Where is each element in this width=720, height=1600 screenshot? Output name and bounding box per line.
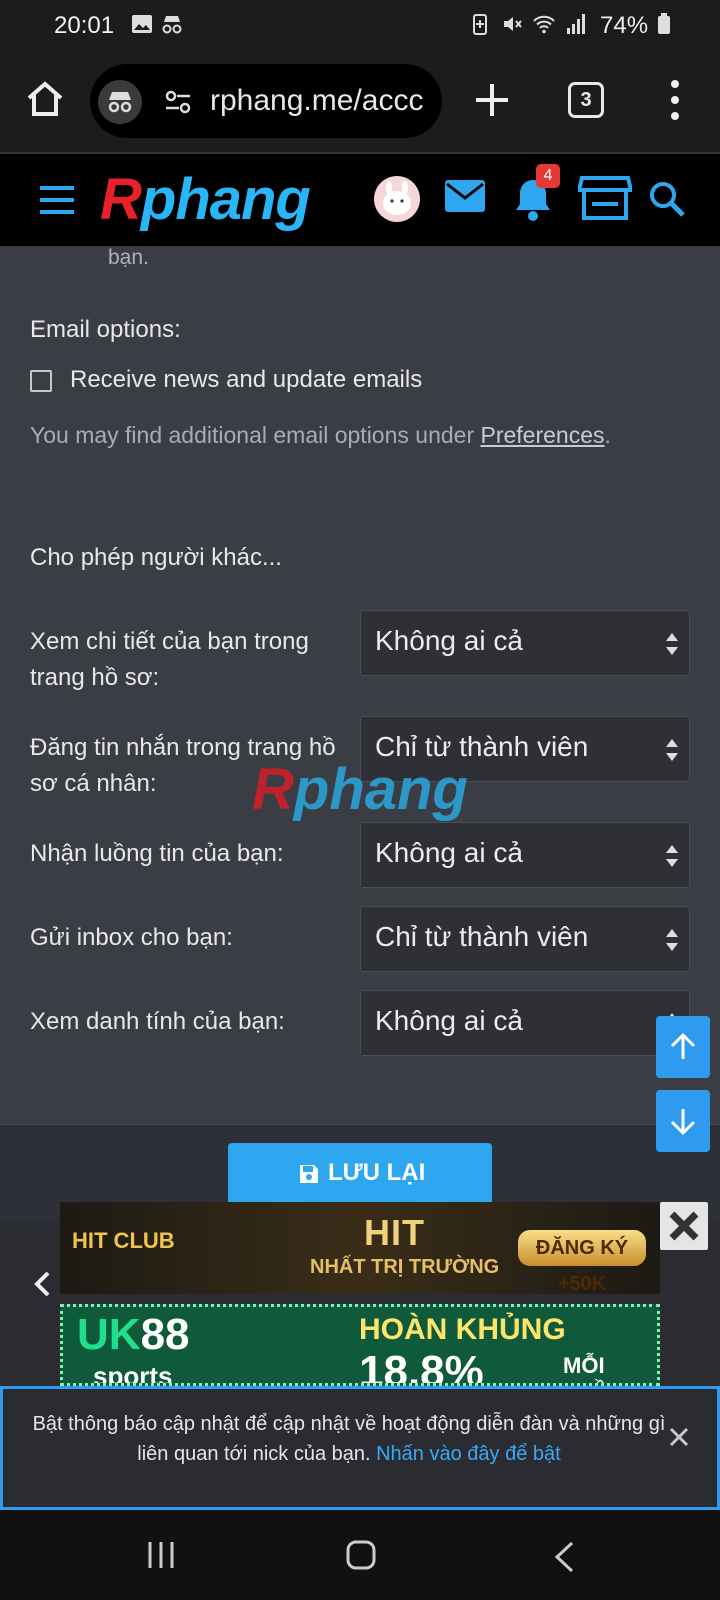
scroll-to-top-button[interactable] [656, 1016, 710, 1078]
notification-message: Bật thông báo cập nhật để cập nhật về ho… [32, 1413, 666, 1465]
chevron-left-icon[interactable] [32, 1270, 52, 1298]
arrow-down-icon [670, 1109, 696, 1135]
battery-percent: 74% [600, 12, 649, 39]
news-updates-label[interactable]: Receive news and update emails [70, 366, 422, 394]
incognito-icon [162, 16, 182, 34]
new-tab-icon[interactable] [472, 80, 512, 120]
truncated-text: bạn. [108, 246, 149, 269]
close-icon [669, 1211, 699, 1241]
mute-icon [504, 17, 522, 31]
browser-toolbar: rphang.me/accc 3 [0, 50, 720, 154]
home-icon[interactable] [24, 78, 66, 120]
notification-badge: 4 [536, 164, 560, 188]
select-arrows-icon [666, 845, 678, 867]
arrow-up-icon [670, 1033, 696, 1059]
more-menu-icon[interactable] [660, 78, 690, 122]
allow-others-label: Cho phép người khác... [30, 544, 282, 571]
watermark-logo: Rphang [252, 757, 468, 822]
clock: 20:01 [54, 12, 115, 39]
mail-icon[interactable] [444, 178, 486, 214]
scroll-to-bottom-button[interactable] [656, 1090, 710, 1152]
battery-saver-icon [473, 14, 487, 35]
signal-icon [567, 14, 585, 34]
hamburger-menu-icon[interactable] [38, 184, 76, 216]
select-arrows-icon [666, 929, 678, 951]
privacy-select-view-profile[interactable]: Không ai cả [360, 610, 690, 676]
battery-icon [658, 13, 670, 34]
system-nav-bar [0, 1510, 720, 1600]
recents-icon[interactable] [146, 1540, 176, 1570]
avatar[interactable] [374, 176, 420, 222]
news-updates-checkbox[interactable] [30, 370, 52, 392]
save-icon [300, 1165, 318, 1183]
home-nav-icon[interactable] [346, 1540, 376, 1570]
status-bar: 20:01 74% [0, 0, 720, 50]
store-icon[interactable] [578, 174, 632, 222]
tab-switcher-button[interactable]: 3 [568, 82, 604, 118]
select-arrows-icon [666, 633, 678, 655]
site-header: Rphang 4 [0, 154, 720, 246]
email-options-label: Email options: [30, 316, 181, 343]
close-icon[interactable] [667, 1425, 691, 1449]
privacy-settings-form: bạn. Email options: Receive news and upd… [0, 246, 720, 1124]
privacy-row-label: Xem chi tiết của bạn trong trang hồ sơ: [30, 628, 309, 691]
gallery-icon [132, 15, 152, 33]
url-text[interactable]: rphang.me/accc [210, 84, 434, 118]
privacy-select-identity[interactable]: Không ai cả [360, 990, 690, 1056]
incognito-badge-icon [98, 80, 142, 124]
enable-notifications-link[interactable]: Nhấn vào đây để bật [376, 1443, 561, 1465]
preferences-link[interactable]: Preferences [481, 422, 605, 448]
email-options-hint: You may find additional email options un… [30, 422, 611, 448]
search-icon[interactable] [648, 180, 686, 218]
ad-close-button[interactable] [660, 1202, 708, 1250]
save-button[interactable]: LƯU LẠI [228, 1143, 492, 1205]
site-settings-icon[interactable] [164, 88, 192, 116]
select-arrows-icon [666, 739, 678, 761]
privacy-row-label: Xem danh tính của bạn: [30, 1008, 285, 1035]
privacy-row-label: Gửi inbox cho bạn: [30, 924, 233, 951]
back-icon[interactable] [552, 1540, 576, 1574]
ad-banner-uk88[interactable]: UK88 sports HOÀN KHỦNG 18.8% MỖI TUẦN [60, 1304, 660, 1386]
ad-cta-button[interactable]: ĐĂNG KÝ +50K [518, 1230, 646, 1295]
privacy-select-receive-feed[interactable]: Không ai cả [360, 822, 690, 888]
address-bar[interactable]: rphang.me/accc [90, 64, 442, 138]
privacy-select-inbox[interactable]: Chỉ từ thành viên [360, 906, 690, 972]
ad-banner-hitclub[interactable]: HIT CLUB HIT NHẤT TRỊ TRƯỜNG ĐĂNG KÝ +50… [60, 1202, 660, 1295]
privacy-row-label: Nhận luồng tin của bạn: [30, 840, 284, 867]
wifi-icon [533, 15, 555, 34]
push-notification-banner: Bật thông báo cập nhật để cập nhật về ho… [0, 1386, 720, 1510]
site-logo[interactable]: Rphang [100, 166, 311, 233]
